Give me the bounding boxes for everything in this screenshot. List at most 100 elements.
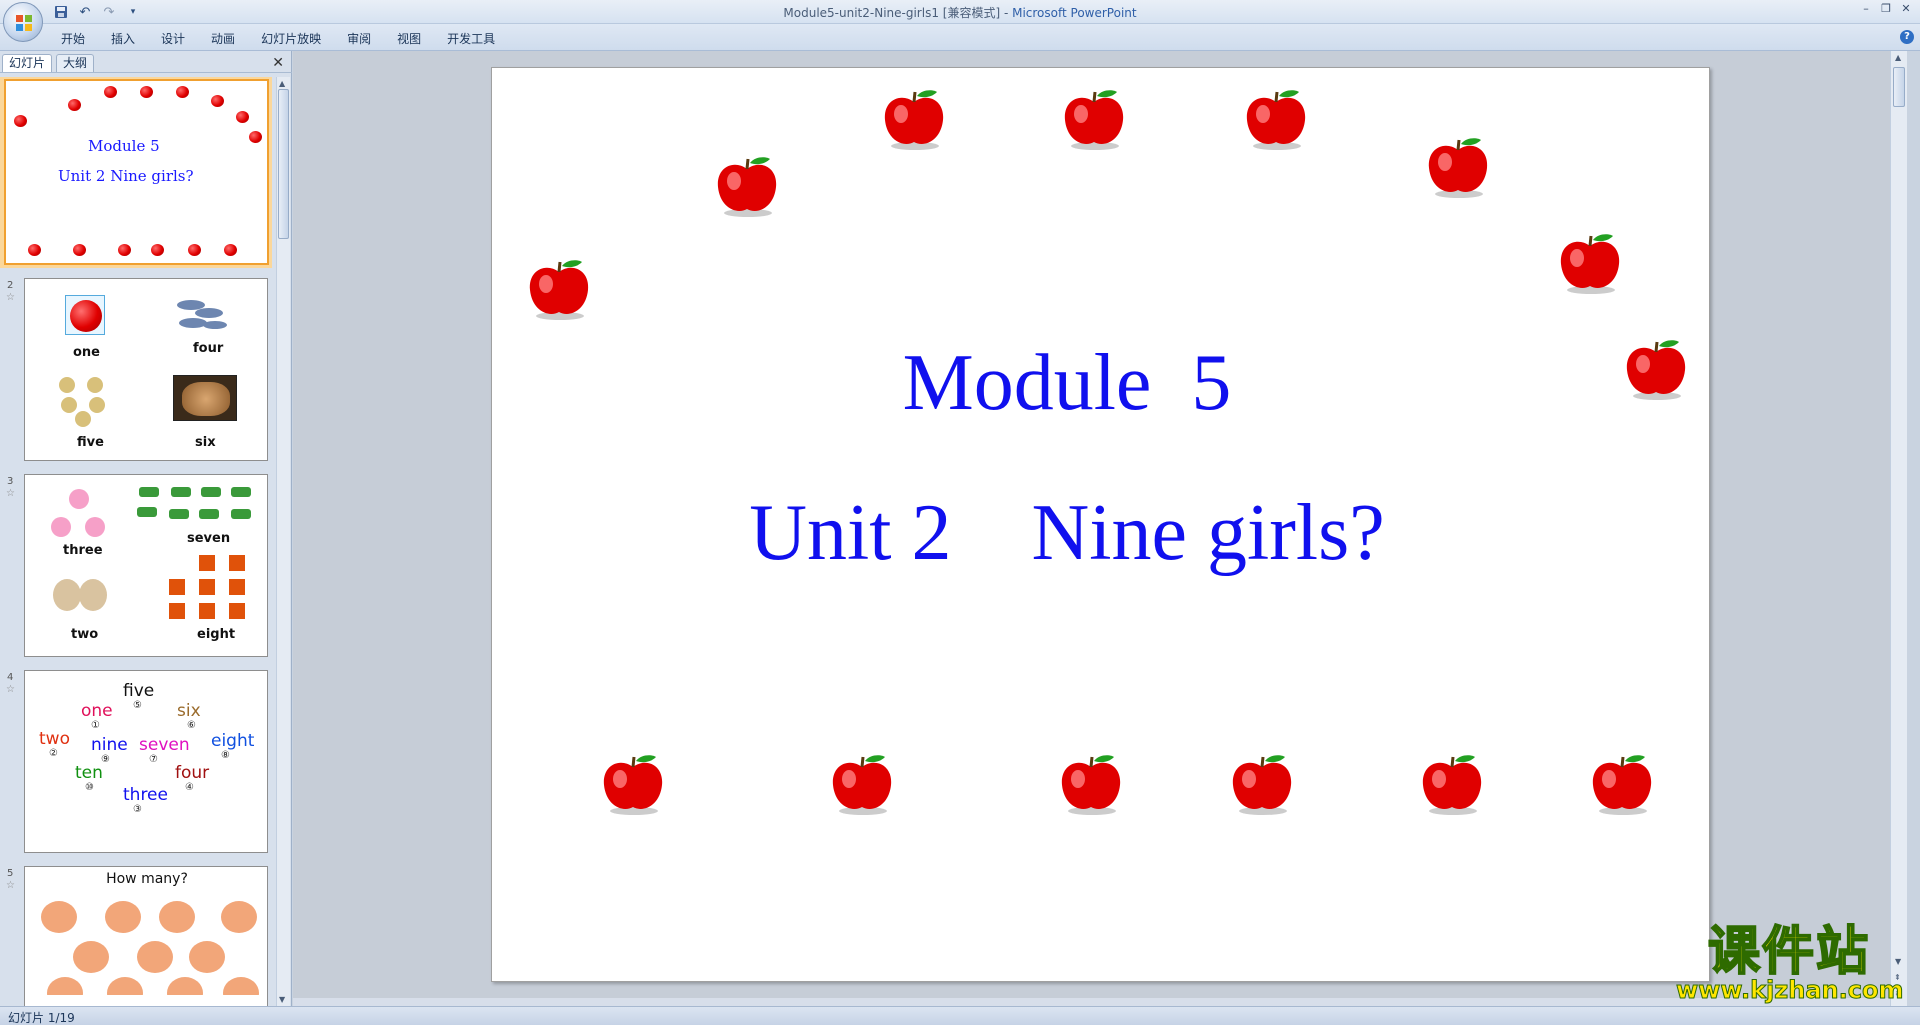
number-circle: ③ <box>133 804 142 815</box>
tab-home[interactable]: 开始 <box>48 28 98 49</box>
slide-number: 4 <box>7 672 14 683</box>
cars-picture <box>137 487 251 519</box>
scroll-up-icon[interactable]: ▲ <box>279 79 285 88</box>
fish-picture <box>177 300 227 329</box>
apple-icon <box>827 753 897 817</box>
slide-preview: three seven two eight <box>24 474 268 657</box>
apple-picture <box>65 295 105 335</box>
animation-star-icon: ☆ <box>6 880 15 891</box>
tab-review[interactable]: 审阅 <box>334 28 384 49</box>
minimize-icon[interactable]: – <box>1856 0 1876 16</box>
tab-developer[interactable]: 开发工具 <box>434 28 508 49</box>
number-circle: ⑥ <box>187 720 196 731</box>
tab-slides[interactable]: 幻灯片 <box>2 54 53 72</box>
thumb-label: six <box>195 435 216 450</box>
number-word: seven <box>139 735 190 755</box>
thumb-label: eight <box>197 627 236 642</box>
slide-preview: five ⑤ one ① six ⑥ two ② nine ⑨ seven ⑦ eight ⑧ ten ⑩ fo… <box>24 670 268 853</box>
thumb-label: seven <box>187 531 231 546</box>
animation-star-icon: ☆ <box>6 488 15 499</box>
tab-view[interactable]: 视图 <box>384 28 434 49</box>
number-word: one <box>81 701 113 721</box>
slide-thumbnails: 1 Module 5 Unit 2 Nine girls? <box>0 77 272 1006</box>
number-circle: ⑩ <box>85 782 94 793</box>
squares-picture <box>169 555 245 619</box>
powerpoint-window: ↶ ↷ ▾ Module5-unit2-Nine-girls1 [兼容模式] -… <box>0 0 1920 1025</box>
animation-star-icon: ☆ <box>6 292 15 303</box>
slides-pane: 幻灯片 大纲 ✕ 1 Module 5 Unit 2 Nine gi <box>0 51 292 1006</box>
slide-editor: Module 5 Unit 2 Nine girls? ▲ ▼ ⇞ ⇟ <box>293 51 1907 1006</box>
thumb-title: How many? <box>106 871 188 887</box>
window-title: Module5-unit2-Nine-girls1 [兼容模式] - Micro… <box>0 4 1920 21</box>
office-logo-icon <box>16 15 32 31</box>
tab-design[interactable]: 设计 <box>148 28 198 49</box>
slide-title[interactable]: Module 5 <box>492 338 1642 429</box>
slide-preview: How many? <box>24 866 268 1006</box>
number-circle: ⑧ <box>221 750 230 761</box>
apple-icon <box>249 131 262 143</box>
apple-icon <box>1241 88 1311 152</box>
watermark-url: www.kjzhan.com <box>1676 976 1904 1005</box>
site-watermark: 课件站 www.kjzhan.com <box>1676 923 1904 1005</box>
title-bar: ↶ ↷ ▾ Module5-unit2-Nine-girls1 [兼容模式] -… <box>0 0 1920 24</box>
restore-icon[interactable]: ❐ <box>1876 0 1896 16</box>
slide-subtitle[interactable]: Unit 2 Nine girls? <box>492 488 1642 579</box>
apple-icon <box>1417 753 1487 817</box>
number-circle: ① <box>91 720 100 731</box>
number-word: three <box>123 785 168 805</box>
number-word: four <box>175 763 210 783</box>
tab-animations[interactable]: 动画 <box>198 28 248 49</box>
scroll-thumb[interactable] <box>1893 67 1905 107</box>
thumb-label: one <box>73 345 101 360</box>
close-icon[interactable]: ✕ <box>1896 0 1916 16</box>
number-word: ten <box>75 763 103 783</box>
pane-tabs: 幻灯片 大纲 ✕ <box>0 51 292 73</box>
number-circle: ⑤ <box>133 700 142 711</box>
tab-insert[interactable]: 插入 <box>98 28 148 49</box>
horizontal-scrollbar[interactable] <box>293 998 1890 1006</box>
number-word: two <box>39 729 70 749</box>
scroll-thumb[interactable] <box>278 89 289 239</box>
tab-slideshow[interactable]: 幻灯片放映 <box>248 28 334 49</box>
number-word: eight <box>211 731 255 751</box>
status-bar: 幻灯片 1/19 <box>0 1006 1920 1025</box>
office-button[interactable] <box>3 2 43 42</box>
ribbon-tabs: 开始 插入 设计 动画 幻灯片放映 审阅 视图 开发工具 <box>48 28 508 49</box>
apple-icon <box>236 111 249 123</box>
apple-icon <box>712 155 782 219</box>
apple-icon <box>176 86 189 98</box>
slide-number: 2 <box>7 280 14 291</box>
apple-icon <box>14 115 27 127</box>
number-word: nine <box>91 735 128 755</box>
apple-icon <box>68 99 81 111</box>
thumb-label: three <box>63 543 103 558</box>
slide-thumbnail-3[interactable]: 3 ☆ three seven two eight <box>0 474 272 659</box>
slide-thumbnail-5[interactable]: 5 ☆ How many? <box>0 866 272 1006</box>
tab-outline[interactable]: 大纲 <box>56 54 95 72</box>
slide-thumbnail-4[interactable]: 4 ☆ five ⑤ one ① six ⑥ two ② nine ⑨ seven ⑦ eight ⑧ te… <box>0 670 272 855</box>
slide-thumbnail-1[interactable]: 1 Module 5 Unit 2 Nine girls? <box>0 77 272 268</box>
number-circle: ④ <box>185 782 194 793</box>
apple-icon <box>1555 232 1625 296</box>
thumb-title: Module 5 <box>88 137 160 155</box>
apple-icon <box>1423 136 1493 200</box>
editor-scrollbar[interactable]: ▲ ▼ ⇞ ⇟ <box>1890 51 1907 1006</box>
thumbnails-scrollbar[interactable]: ▲ ▼ <box>276 77 290 1006</box>
apple-icon <box>104 86 117 98</box>
scroll-up-icon[interactable]: ▲ <box>1895 53 1901 62</box>
close-icon[interactable]: ✕ <box>272 55 284 71</box>
apple-icon <box>224 244 237 256</box>
scroll-down-icon[interactable]: ▼ <box>279 995 285 1004</box>
apple-icon <box>1587 753 1657 817</box>
thumb-label: four <box>193 341 224 356</box>
slide-thumbnail-2[interactable]: 2 ☆ one four five six <box>0 278 272 463</box>
help-icon[interactable]: ? <box>1900 30 1914 44</box>
apple-icon <box>118 244 131 256</box>
apple-icon <box>524 258 594 322</box>
slide-preview: one four five six <box>24 278 268 461</box>
number-circle: ⑦ <box>149 754 158 765</box>
cakes-picture <box>173 375 237 421</box>
slide-preview: Module 5 Unit 2 Nine girls? <box>4 79 269 265</box>
pigs-picture <box>41 901 259 995</box>
slide-canvas[interactable]: Module 5 Unit 2 Nine girls? <box>491 67 1710 982</box>
